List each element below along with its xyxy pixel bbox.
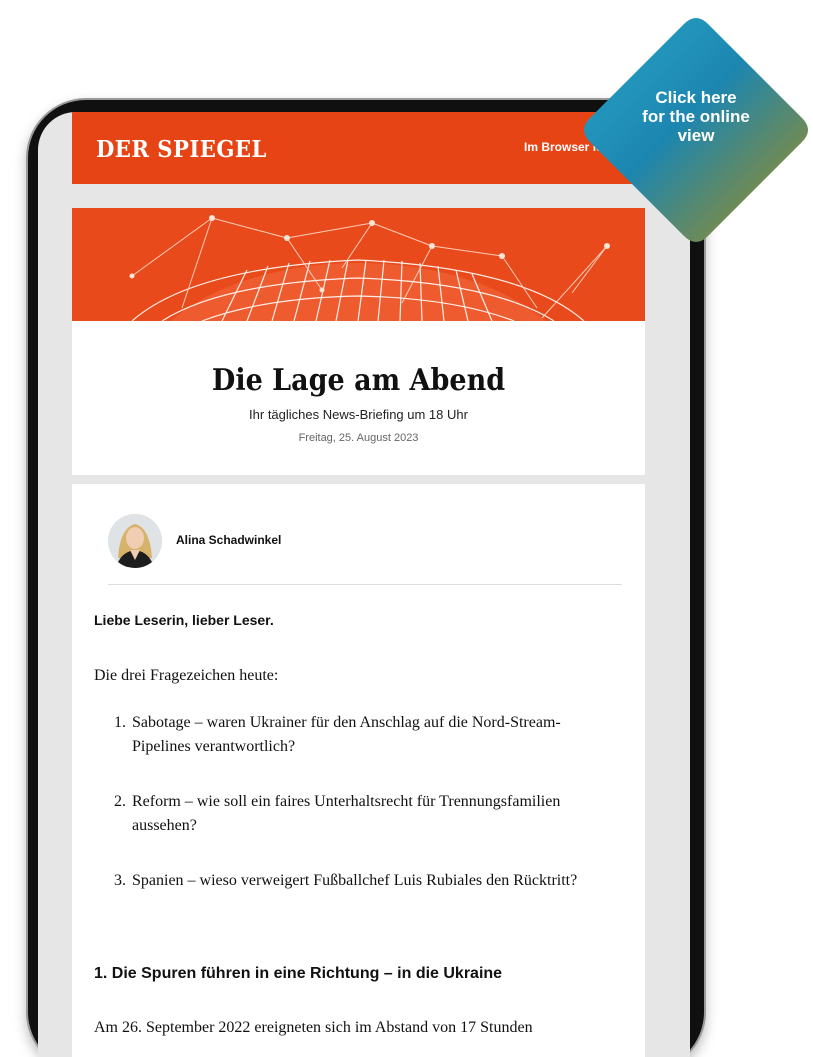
badge-text: Click here for the online view — [578, 88, 813, 145]
author-row: Alina Schadwinkel — [108, 514, 622, 585]
author-photo-icon — [108, 514, 162, 568]
list-item-number: 1. — [114, 714, 126, 731]
section-heading: 1. Die Spuren führen in eine Richtung – … — [94, 965, 503, 982]
online-view-badge[interactable]: Click here for the online view — [578, 12, 813, 248]
badge-line-2: for the online — [642, 107, 750, 126]
list-item-number: 2. — [114, 793, 126, 810]
newsletter-title-card: Die Lage am Abend Ihr tägliches News-Bri… — [72, 321, 645, 475]
list-item[interactable]: 1. Sabotage – waren Ukrainer für den Ans… — [114, 711, 594, 759]
marketing-mockup: DER SPIEGEL Im Browser lesen Die Lage am… — [0, 0, 813, 1057]
list-item-text: Spanien – wieso verweigert Fußballchef L… — [132, 872, 578, 889]
newsletter-title: Die Lage am Abend — [211, 363, 506, 398]
globe-network-illustration-icon — [72, 208, 645, 321]
newsletter-date: Freitag, 25. August 2023 — [298, 432, 419, 444]
list-item-text: Reform – wie soll ein faires Unterhaltsr… — [132, 793, 561, 834]
tablet-screen[interactable]: DER SPIEGEL Im Browser lesen Die Lage am… — [38, 112, 690, 1057]
list-item[interactable]: 2. Reform – wie soll ein faires Unterhal… — [114, 790, 594, 838]
newsletter-header: DER SPIEGEL Im Browser lesen — [72, 112, 645, 184]
greeting: Liebe Leserin, lieber Leser. — [94, 612, 274, 628]
author-name: Alina Schadwinkel — [176, 533, 282, 547]
hero-banner — [72, 208, 645, 321]
intro-text: Die drei Fragezeichen heute: — [94, 667, 279, 684]
list-item[interactable]: 3. Spanien – wieso verweigert Fußballche… — [114, 869, 594, 893]
newsletter-subtitle: Ihr tägliches News-Briefing um 18 Uhr — [249, 407, 468, 422]
list-item-text: Sabotage – waren Ukrainer für den Anschl… — [132, 714, 561, 755]
spiegel-logo: DER SPIEGEL — [96, 136, 267, 163]
badge-line-3: view — [677, 126, 715, 145]
list-item-number: 3. — [114, 872, 126, 889]
section-body-text: Am 26. September 2022 ereigneten sich im… — [94, 1019, 533, 1036]
topic-list: 1. Sabotage – waren Ukrainer für den Ans… — [114, 711, 594, 924]
newsletter-content: Alina Schadwinkel Liebe Leserin, lieber … — [72, 484, 645, 1057]
author-avatar — [108, 514, 162, 568]
badge-line-1: Click here — [655, 88, 737, 107]
